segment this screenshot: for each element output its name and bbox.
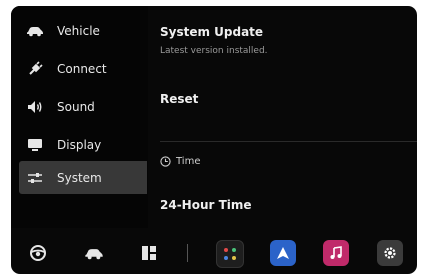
split-view-icon[interactable]: [136, 240, 162, 266]
sliders-icon: [25, 170, 45, 186]
sidebar-item-label: Connect: [57, 61, 107, 76]
sidebar-item-label: Sound: [57, 99, 95, 114]
divider: [160, 141, 417, 142]
car-icon: [25, 23, 45, 39]
clock-icon: [160, 156, 171, 167]
car-icon[interactable]: [81, 240, 107, 266]
bottom-dock: [11, 230, 417, 274]
dock-divider: [187, 244, 188, 262]
system-update-title[interactable]: System Update: [160, 25, 263, 39]
app-grid-icon[interactable]: [216, 240, 244, 268]
infotainment-screen: Vehicle Connect Sound Display System Sys…: [11, 6, 417, 274]
time-section-heading: Time: [160, 156, 200, 167]
steering-wheel-icon[interactable]: [25, 240, 51, 266]
speaker-icon: [25, 99, 45, 115]
sidebar-item-sound[interactable]: Sound: [19, 90, 147, 123]
sidebar-item-vehicle[interactable]: Vehicle: [19, 14, 147, 47]
reset-button[interactable]: Reset: [160, 92, 198, 106]
sidebar-item-connect[interactable]: Connect: [19, 52, 147, 85]
sidebar-item-display[interactable]: Display: [19, 128, 147, 161]
connect-plug-icon: [25, 60, 45, 77]
system-update-status: Latest version installed.: [160, 46, 268, 56]
music-icon[interactable]: [323, 240, 349, 266]
sidebar-item-label: Display: [57, 137, 102, 152]
sidebar-item-label: Vehicle: [57, 23, 100, 38]
time-section-label: Time: [176, 156, 201, 167]
sidebar-item-label: System: [57, 170, 102, 185]
sidebar-item-system[interactable]: System: [19, 161, 147, 194]
navigation-icon[interactable]: [270, 240, 296, 266]
settings-gear-icon[interactable]: [377, 240, 403, 266]
24-hour-time-setting[interactable]: 24-Hour Time: [160, 198, 252, 212]
monitor-icon: [25, 137, 45, 153]
settings-content: System Update Latest version installed. …: [160, 6, 417, 228]
settings-sidebar: Vehicle Connect Sound Display System: [11, 6, 148, 228]
